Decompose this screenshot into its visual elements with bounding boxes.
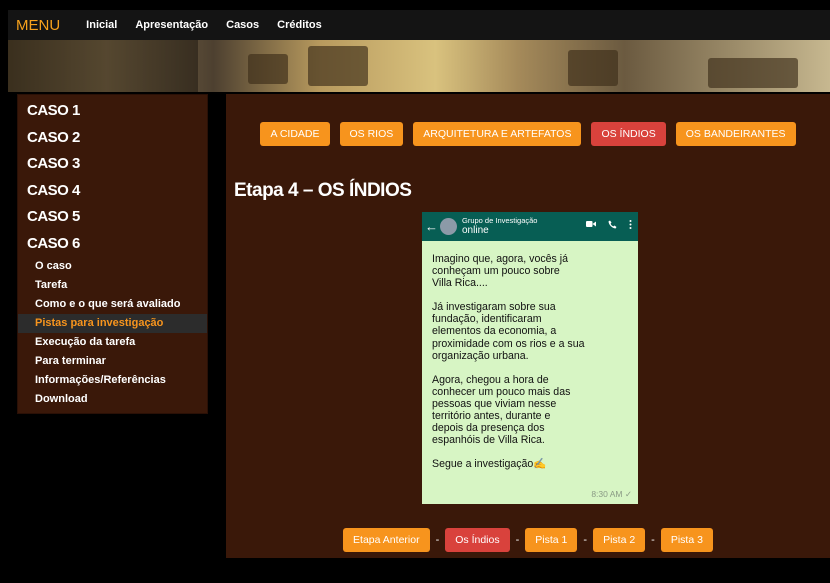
avatar: [440, 218, 457, 235]
os-indios-button[interactable]: Os Índios: [445, 528, 510, 552]
nav-link-apresentacao[interactable]: Apresentação: [135, 19, 208, 31]
chat-paragraph: Agora, chegou a hora de conhecer um pouc…: [432, 373, 571, 447]
sidebar-item-download[interactable]: Download: [18, 390, 207, 409]
sidebar-item-execucao[interactable]: Execução da tarefa: [18, 333, 207, 352]
video-call-icon: [586, 220, 596, 232]
chat-message: Imagino que, agora, vocês já conheçam um…: [422, 241, 638, 470]
sidebar-item-pistas[interactable]: Pistas para investigação: [18, 314, 207, 333]
phone-icon: [608, 220, 617, 232]
tab-os-rios[interactable]: OS RIOS: [339, 122, 404, 146]
tab-a-cidade[interactable]: A CIDADE: [260, 122, 330, 146]
page-title: Etapa 4 – OS ÍNDIOS: [234, 180, 412, 201]
tab-os-indios[interactable]: OS ÍNDIOS: [591, 122, 666, 146]
main-content: A CIDADE OS RIOS ARQUITETURA E ARTEFATOS…: [226, 94, 830, 558]
sidebar-caso-6[interactable]: CASO 6: [18, 231, 207, 258]
topic-tabs: A CIDADE OS RIOS ARQUITETURA E ARTEFATOS…: [226, 122, 830, 146]
chat-status: online: [462, 225, 489, 237]
sidebar-item-para-terminar[interactable]: Para terminar: [18, 352, 207, 371]
tab-os-bandeirantes[interactable]: OS BANDEIRANTES: [675, 122, 796, 146]
sidebar-item-referencias[interactable]: Informações/Referências: [18, 371, 207, 390]
sidebar-item-tarefa[interactable]: Tarefa: [18, 276, 207, 295]
separator: -: [435, 534, 440, 546]
pista-2-button[interactable]: Pista 2: [593, 528, 646, 552]
chat-header: ← Grupo de Investigação online: [422, 212, 638, 241]
previous-stage-button[interactable]: Etapa Anterior: [343, 528, 430, 552]
chat-paragraph: Já investigaram sobre sua fundação, iden…: [432, 301, 585, 362]
bottom-navigation: Etapa Anterior - Os Índios - Pista 1 - P…: [226, 528, 830, 552]
chat-screenshot: ← Grupo de Investigação online Imagino q…: [422, 212, 638, 504]
separator: -: [515, 534, 520, 546]
nav-link-creditos[interactable]: Créditos: [277, 19, 322, 31]
nav-link-inicial[interactable]: Inicial: [86, 19, 117, 31]
chat-timestamp: 8:30 AM ✓: [591, 489, 632, 499]
tab-arquitetura[interactable]: ARQUITETURA E ARTEFATOS: [413, 122, 582, 146]
chat-paragraph: Imagino que, agora, vocês já conheçam um…: [432, 253, 569, 290]
pista-3-button[interactable]: Pista 3: [660, 528, 713, 552]
sidebar-caso-1[interactable]: CASO 1: [18, 98, 207, 125]
chat-group-name: Grupo de Investigação: [462, 215, 538, 225]
page: MENU Inicial Apresentação Casos Créditos…: [0, 0, 830, 583]
sidebar: CASO 1 CASO 2 CASO 3 CASO 4 CASO 5 CASO …: [17, 94, 208, 414]
sidebar-caso-4[interactable]: CASO 4: [18, 178, 207, 205]
nav-link-casos[interactable]: Casos: [226, 19, 259, 31]
separator: -: [651, 534, 655, 546]
top-menu-bar: MENU Inicial Apresentação Casos Créditos: [8, 10, 830, 40]
sidebar-caso-2[interactable]: CASO 2: [18, 125, 207, 152]
sidebar-caso-5[interactable]: CASO 5: [18, 204, 207, 231]
menu-label[interactable]: MENU: [16, 17, 60, 34]
sidebar-caso-3[interactable]: CASO 3: [18, 151, 207, 178]
more-options-icon: [629, 220, 632, 232]
header-banner-image: [8, 40, 830, 92]
sidebar-item-o-caso[interactable]: O caso: [18, 257, 207, 276]
chat-paragraph: Segue a investigação✍: [432, 458, 547, 471]
separator: -: [583, 534, 588, 546]
sidebar-item-avaliacao[interactable]: Como e o que será avaliado: [18, 295, 207, 314]
pista-1-button[interactable]: Pista 1: [525, 528, 578, 552]
back-arrow-icon: ←: [425, 219, 438, 234]
